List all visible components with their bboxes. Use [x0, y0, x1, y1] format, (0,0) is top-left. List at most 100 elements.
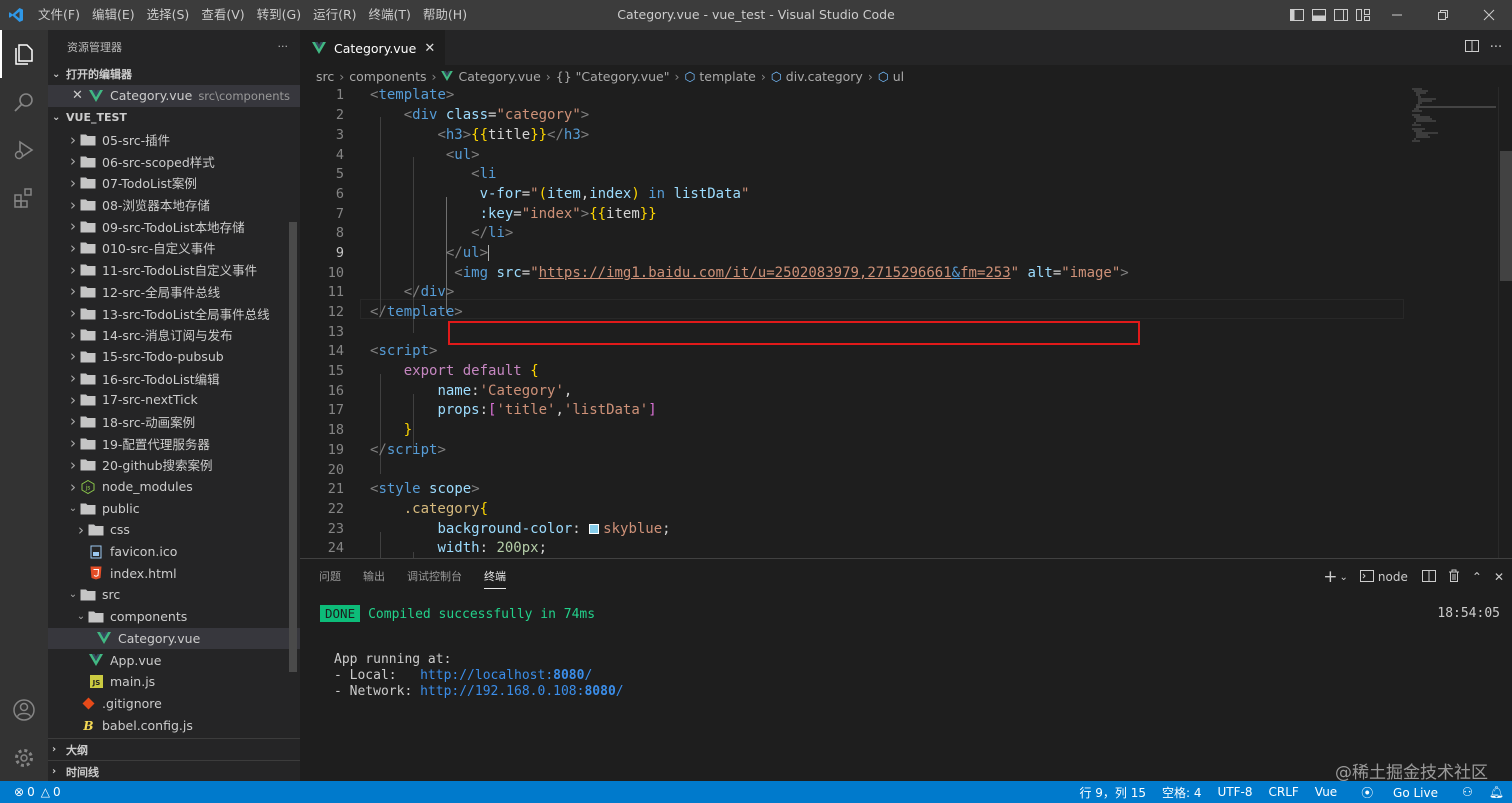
- new-terminal-icon[interactable]: +: [1323, 567, 1337, 587]
- tree-item[interactable]: › 19-配置代理服务器: [48, 432, 300, 454]
- account-status-icon[interactable]: ⚇: [1454, 785, 1481, 799]
- tree-item[interactable]: ⌄ src: [48, 584, 300, 606]
- tree-item[interactable]: JS main.js: [48, 671, 300, 693]
- menu-file[interactable]: 文件(F): [32, 0, 86, 30]
- more-actions-icon[interactable]: ···: [1484, 40, 1508, 55]
- network-url-link[interactable]: http://192.168.0.108:: [420, 684, 584, 699]
- toggle-panel-icon[interactable]: [1308, 0, 1330, 30]
- editor-scrollbar[interactable]: [1498, 87, 1512, 558]
- maximize-panel-icon[interactable]: ⌃: [1472, 570, 1482, 584]
- tree-item[interactable]: Category.vue: [48, 627, 300, 650]
- open-editors-section[interactable]: ⌄ 打开的编辑器: [48, 63, 300, 85]
- minimize-icon[interactable]: [1374, 0, 1420, 30]
- tree-item[interactable]: › 16-src-TodoList编辑: [48, 367, 300, 389]
- notifications-bell-icon[interactable]: 🔔︎: [1481, 785, 1512, 799]
- end-of-line[interactable]: CRLF: [1260, 785, 1306, 799]
- indentation[interactable]: 空格: 4: [1154, 784, 1210, 801]
- go-live-button[interactable]: ⦿ Go Live: [1345, 784, 1454, 801]
- extensions-icon[interactable]: [0, 174, 48, 222]
- sidebar-scrollbar[interactable]: [289, 222, 297, 672]
- tree-item[interactable]: › 010-src-自定义事件: [48, 237, 300, 259]
- breadcrumb-ul[interactable]: ul: [893, 69, 904, 84]
- tree-item[interactable]: ⌄ public: [48, 497, 300, 519]
- menu-selection[interactable]: 选择(S): [141, 0, 196, 30]
- tab-output[interactable]: 输出: [352, 559, 396, 595]
- split-editor-icon[interactable]: [1460, 39, 1484, 56]
- toggle-primary-sidebar-icon[interactable]: [1286, 0, 1308, 30]
- breadcrumb-div[interactable]: div.category: [786, 69, 863, 84]
- tree-item[interactable]: › 15-src-Todo-pubsub: [48, 346, 300, 368]
- chevron-down-icon[interactable]: ⌄: [1340, 572, 1348, 583]
- tab-debug-console[interactable]: 调试控制台: [396, 559, 473, 595]
- tree-item[interactable]: › 09-src-TodoList本地存储: [48, 215, 300, 237]
- account-icon[interactable]: [0, 686, 48, 734]
- color-swatch-skyblue[interactable]: [589, 524, 600, 534]
- editor-scrollbar-thumb[interactable]: [1500, 151, 1512, 281]
- code-editor[interactable]: 1 2 3 4 5 6 7 8 9 10 11 12 13 14 15 16 17 18 19 20 21 22 23 24 …: [300, 87, 1512, 558]
- tree-item[interactable]: App.vue: [48, 649, 300, 671]
- tree-item[interactable]: › 06-src-scoped样式: [48, 150, 300, 172]
- menu-help[interactable]: 帮助(H): [417, 0, 473, 30]
- tree-item[interactable]: › 14-src-消息订阅与发布: [48, 324, 300, 346]
- close-icon[interactable]: ✕: [72, 88, 88, 103]
- close-tab-icon[interactable]: ✕: [424, 41, 435, 56]
- tree-item[interactable]: Bbabel.config.js: [48, 714, 300, 736]
- tree-item[interactable]: › 12-src-全局事件总线: [48, 281, 300, 303]
- menu-edit[interactable]: 编辑(E): [86, 0, 141, 30]
- breadcrumb-module[interactable]: {} "Category.vue": [556, 69, 670, 84]
- tree-item[interactable]: › css: [48, 519, 300, 541]
- tree-item[interactable]: › 08-浏览器本地存储: [48, 194, 300, 216]
- open-editor-item[interactable]: ✕ Category.vue src\components: [48, 85, 300, 107]
- tree-item[interactable]: › js node_modules: [48, 476, 300, 498]
- menu-terminal[interactable]: 终端(T): [363, 0, 417, 30]
- tree-item[interactable]: › 20-github搜索案例: [48, 454, 300, 476]
- search-icon[interactable]: [0, 78, 48, 126]
- local-url-link[interactable]: http://localhost:: [420, 668, 553, 683]
- tree-item[interactable]: index.html: [48, 562, 300, 584]
- run-debug-icon[interactable]: [0, 126, 48, 174]
- menu-run[interactable]: 运行(R): [307, 0, 362, 30]
- chevron-right-icon: ›: [70, 412, 76, 431]
- breadcrumb-components[interactable]: components: [349, 69, 426, 84]
- tree-item[interactable]: .gitignore: [48, 693, 300, 715]
- language-mode[interactable]: Vue: [1307, 785, 1345, 799]
- more-actions-icon[interactable]: ···: [278, 40, 289, 53]
- timeline-section[interactable]: › 时间线: [48, 760, 300, 782]
- project-section[interactable]: ⌄ VUE_TEST: [48, 107, 300, 129]
- split-terminal-icon[interactable]: [1421, 569, 1436, 585]
- restore-icon[interactable]: [1420, 0, 1466, 30]
- tree-item[interactable]: › 13-src-TodoList全局事件总线: [48, 302, 300, 324]
- tab-problems[interactable]: 问题: [308, 559, 352, 595]
- tree-item[interactable]: favicon.ico: [48, 541, 300, 563]
- network-port[interactable]: 8080: [584, 684, 615, 699]
- close-window-icon[interactable]: [1466, 0, 1512, 30]
- minimap[interactable]: [1410, 87, 1498, 167]
- breadcrumb-template[interactable]: template: [699, 69, 755, 84]
- outline-section[interactable]: › 大纲: [48, 738, 300, 760]
- terminal-name[interactable]: node: [1378, 570, 1408, 584]
- breadcrumb-file[interactable]: Category.vue: [458, 69, 540, 84]
- customize-layout-icon[interactable]: [1352, 0, 1374, 30]
- toggle-secondary-sidebar-icon[interactable]: [1330, 0, 1352, 30]
- breadcrumb-src[interactable]: src: [316, 69, 334, 84]
- terminal-output[interactable]: DONE Compiled successfully in 74ms 18:54:…: [320, 604, 1500, 700]
- tree-item[interactable]: › 11-src-TodoList自定义事件: [48, 259, 300, 281]
- tab-terminal[interactable]: 终端: [473, 559, 517, 595]
- tree-item[interactable]: › 17-src-nextTick: [48, 389, 300, 411]
- menu-go[interactable]: 转到(G): [251, 0, 307, 30]
- tree-item[interactable]: › 05-src-插件: [48, 129, 300, 151]
- local-port[interactable]: 8080: [553, 668, 584, 683]
- tab-category-vue[interactable]: Category.vue ✕: [300, 30, 446, 65]
- tree-item[interactable]: › 18-src-动画案例: [48, 411, 300, 433]
- close-panel-icon[interactable]: ✕: [1494, 570, 1504, 584]
- tree-item[interactable]: ⌄ components: [48, 606, 300, 628]
- problems-status[interactable]: ⊗ 0 △ 0: [14, 785, 61, 799]
- element-icon: ⬡: [684, 68, 696, 84]
- trash-icon[interactable]: [1448, 569, 1460, 585]
- encoding[interactable]: UTF-8: [1210, 785, 1261, 799]
- explorer-icon[interactable]: [0, 30, 48, 78]
- tree-item[interactable]: › 07-TodoList案例: [48, 172, 300, 194]
- settings-gear-icon[interactable]: [0, 734, 48, 782]
- cursor-position[interactable]: 行 9，列 15: [1071, 784, 1154, 801]
- menu-view[interactable]: 查看(V): [195, 0, 250, 30]
